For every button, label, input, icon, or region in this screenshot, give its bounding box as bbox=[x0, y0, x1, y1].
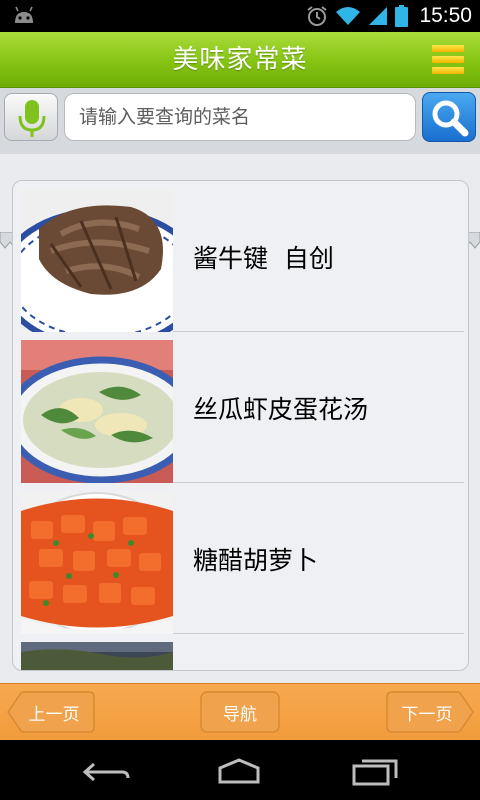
search-bar bbox=[0, 88, 480, 249]
partial-dish-photo bbox=[21, 642, 173, 670]
wifi-icon bbox=[336, 7, 361, 25]
battery-icon bbox=[395, 5, 409, 27]
recipe-name: 酱牛键 自创 bbox=[193, 243, 334, 273]
android-debug-icon bbox=[15, 6, 33, 23]
list-item[interactable] bbox=[21, 634, 464, 670]
recipe-name: 丝瓜虾皮蛋花汤 bbox=[193, 394, 369, 424]
title-bar: 美味家常菜 bbox=[0, 32, 480, 88]
recipe-list[interactable]: 酱牛键 自创 丝瓜虾皮蛋花汤 糖醋胡萝卜 bbox=[12, 180, 469, 671]
next-page-label: 下一页 bbox=[401, 704, 453, 725]
voice-search-button[interactable] bbox=[4, 93, 58, 141]
status-bar: 15:50 bbox=[0, 0, 480, 32]
menu-icon[interactable] bbox=[432, 45, 464, 75]
pagination-bar: 上一页 导航 下一页 bbox=[0, 683, 480, 740]
prev-page-label: 上一页 bbox=[28, 704, 80, 725]
status-time: 15:50 bbox=[419, 4, 472, 27]
search-button[interactable] bbox=[422, 92, 476, 142]
back-icon[interactable] bbox=[82, 756, 132, 786]
sweet-sour-carrot-photo bbox=[21, 491, 173, 634]
nav-label: 导航 bbox=[223, 704, 257, 725]
home-icon[interactable] bbox=[214, 756, 264, 786]
page-title: 美味家常菜 bbox=[172, 45, 308, 75]
list-item[interactable]: 丝瓜虾皮蛋花汤 bbox=[21, 332, 464, 483]
signal-icon bbox=[369, 7, 388, 25]
loofah-egg-soup-photo bbox=[21, 340, 173, 483]
prev-page-button[interactable]: 上一页 bbox=[7, 691, 95, 733]
microphone-icon bbox=[18, 100, 46, 137]
alarm-icon bbox=[307, 6, 328, 26]
recipe-name: 糖醋胡萝卜 bbox=[193, 545, 319, 575]
next-page-button[interactable]: 下一页 bbox=[386, 691, 474, 733]
list-item[interactable]: 酱牛键 自创 bbox=[21, 181, 464, 332]
sliced-braised-beef-photo bbox=[21, 189, 173, 332]
system-nav-bar bbox=[0, 740, 480, 800]
search-icon bbox=[432, 100, 469, 137]
search-input[interactable] bbox=[64, 93, 416, 141]
nav-button[interactable]: 导航 bbox=[200, 691, 280, 733]
list-item[interactable]: 糖醋胡萝卜 bbox=[21, 483, 464, 634]
recent-apps-icon[interactable] bbox=[350, 756, 400, 786]
